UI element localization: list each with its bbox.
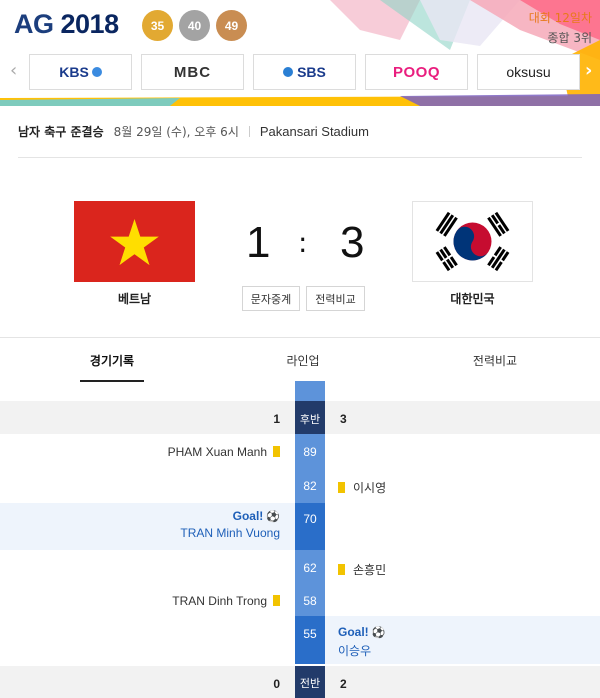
match-timeline: 후반 1 3 전반 0 2 89 82 70 62 58 55 PHAM Xua…: [0, 381, 600, 698]
first-half-home-score: 0: [273, 677, 280, 691]
oksusu-label: oksusu: [506, 64, 551, 80]
home-score: 1: [246, 218, 271, 267]
first-half-label: 전반: [299, 677, 321, 690]
chevron-right-icon[interactable]: ›: [585, 60, 592, 81]
match-info-bar: 남자 축구 준결승 8월 29일 (수), 오후 6시 Pakansari St…: [0, 106, 600, 158]
sbs-label: SBS: [297, 64, 326, 80]
tab-lineup[interactable]: 라인업: [270, 338, 336, 382]
match-name: 남자 축구 준결승: [18, 125, 104, 139]
kbs-label: KBS: [59, 64, 89, 80]
yellow-card-event[interactable]: 이시영: [338, 479, 386, 496]
broadcaster-pooq[interactable]: POOQ: [365, 54, 468, 90]
compare-button[interactable]: 전력비교: [306, 286, 365, 311]
first-half-away-score: 2: [340, 677, 347, 691]
event-minute: 55: [303, 627, 317, 641]
vietnam-star-icon: [110, 219, 159, 266]
away-score: 3: [340, 218, 365, 267]
bronze-medal-count: 49: [216, 10, 247, 41]
day-label: 대회 12일차: [528, 11, 592, 25]
soccer-ball-icon: ⚽: [371, 627, 386, 639]
scorer-name: TRAN Minh Vuong: [180, 526, 280, 540]
event-minute: 62: [303, 561, 317, 575]
asian-games-banner: AG 2018 35 40 49 대회 12일차 종합 3위 ‹ KBS MBC…: [0, 0, 600, 106]
goal-event[interactable]: Goal! ⚽ 이승우: [338, 625, 385, 659]
match-tabs: 경기기록 라인업 전력비교: [0, 337, 600, 382]
score-separator: :: [298, 226, 308, 259]
logo-year: 2018: [60, 9, 120, 39]
goal-label: Goal!: [338, 625, 369, 639]
kbs-logo-icon: [91, 67, 102, 77]
player-name: PHAM Xuan Manh: [167, 445, 267, 459]
chevron-left-icon[interactable]: ‹: [10, 60, 17, 81]
divider: [248, 126, 250, 137]
home-team-name[interactable]: 베트남: [74, 290, 195, 307]
pooq-label: POOQ: [392, 63, 440, 81]
event-minute: 89: [303, 445, 317, 459]
yellow-card-icon: [338, 564, 345, 575]
goal-marker-home: [295, 503, 325, 550]
yellow-card-event[interactable]: TRAN Dinh Trong: [172, 594, 280, 608]
event-minute: 58: [303, 594, 317, 608]
logo-text: AG: [14, 9, 54, 39]
text-relay-button[interactable]: 문자중계: [242, 286, 300, 311]
silver-medal-count: 40: [179, 10, 210, 41]
broadcaster-oksusu[interactable]: oksusu: [477, 54, 580, 90]
timeline-axis: [295, 381, 325, 401]
soccer-ball-icon: ⚽: [266, 511, 280, 523]
second-half-away-score: 3: [340, 412, 347, 426]
goal-label: Goal!: [232, 509, 264, 523]
tab-match-record[interactable]: 경기기록: [80, 338, 144, 382]
yellow-card-icon: [338, 482, 345, 493]
vietnam-flag[interactable]: [74, 201, 195, 282]
mbc-label: MBC: [173, 63, 212, 81]
second-half-home-score: 1: [273, 412, 280, 426]
gold-medal-count: 35: [142, 10, 173, 41]
tab-comparison[interactable]: 전력비교: [460, 338, 530, 382]
second-half-label: 후반: [299, 413, 321, 426]
player-name: TRAN Dinh Trong: [172, 594, 267, 608]
yellow-card-event[interactable]: 손흥민: [338, 561, 386, 578]
goal-event[interactable]: Goal! ⚽ TRAN Minh Vuong: [180, 509, 280, 540]
player-name: 이시영: [353, 481, 387, 495]
match-venue: Pakansari Stadium: [259, 124, 369, 139]
away-team-name[interactable]: 대한민국: [412, 290, 533, 307]
taegeuk-icon: [435, 211, 510, 272]
scorer-name: 이승우: [338, 644, 372, 658]
broadcaster-kbs[interactable]: KBS: [29, 54, 132, 90]
korea-flag[interactable]: [412, 201, 533, 282]
yellow-card-icon: [273, 446, 280, 457]
overall-rank: 종합 3위: [547, 31, 592, 45]
event-minute: 70: [303, 512, 317, 526]
rank-info: 대회 12일차 종합 3위: [529, 8, 592, 48]
yellow-card-event[interactable]: PHAM Xuan Manh: [168, 445, 280, 459]
broadcaster-mbc[interactable]: MBC: [141, 54, 244, 90]
yellow-card-icon: [273, 595, 280, 606]
broadcaster-sbs[interactable]: SBS: [253, 54, 356, 90]
event-minute: 82: [303, 479, 317, 493]
match-time: 8월 29일 (수), 오후 6시: [113, 125, 239, 139]
ag2018-logo[interactable]: AG 2018: [14, 9, 119, 40]
player-name: 손흥민: [353, 563, 387, 577]
sbs-logo-icon: [283, 67, 294, 77]
